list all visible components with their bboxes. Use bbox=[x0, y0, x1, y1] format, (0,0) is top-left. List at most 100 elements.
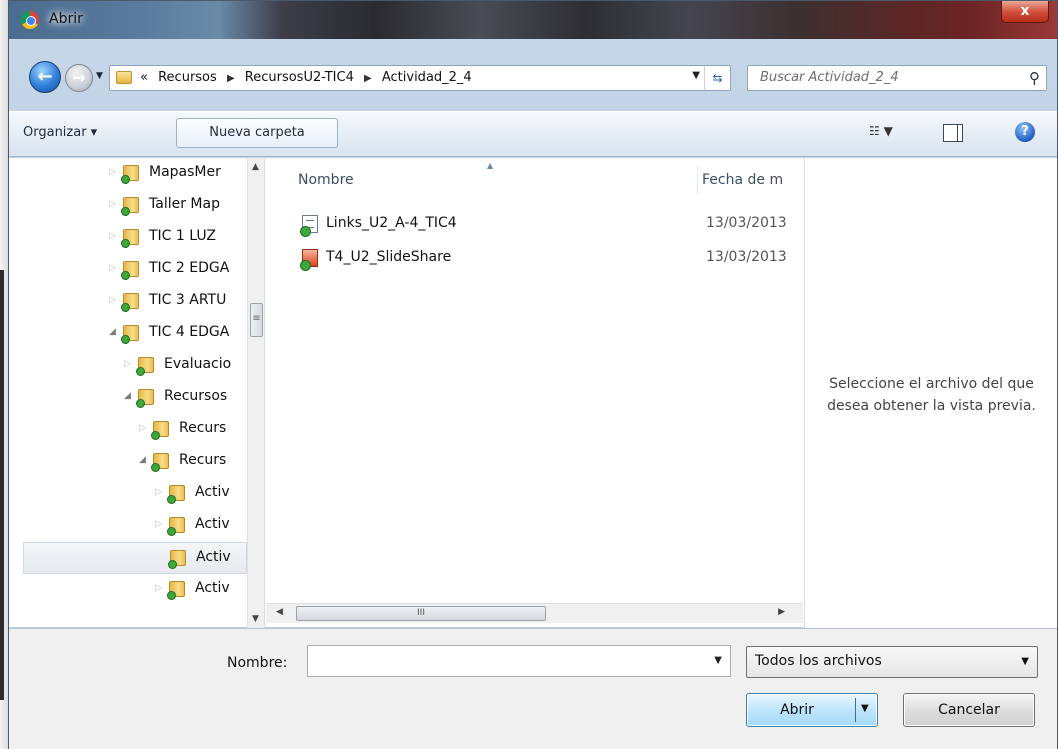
tree-item[interactable]: ▷ TIC 1 LUZ bbox=[9, 222, 247, 254]
expand-arrow-icon[interactable]: ▷ bbox=[155, 487, 162, 497]
tree-item[interactable]: ▷ MapasMer bbox=[9, 158, 247, 190]
recent-pages-button[interactable]: ▼ bbox=[96, 71, 106, 85]
address-dropdown-button[interactable]: ▼ bbox=[692, 70, 700, 81]
tree-item-label: Taller Map bbox=[149, 196, 220, 212]
tree-item-label: Recurs bbox=[179, 452, 227, 468]
tree-item[interactable]: ▷ TIC 3 ARTU bbox=[9, 286, 247, 318]
expand-arrow-icon[interactable]: ▷ bbox=[124, 359, 131, 369]
change-view-button[interactable]: ☷ ▼ bbox=[869, 124, 893, 138]
navigation-scrollbar[interactable]: ▲ ≡ ▼ bbox=[247, 158, 264, 628]
powerpoint-file-icon bbox=[300, 249, 318, 271]
navigation-pane: ▷ MapasMer ▷ Taller Map ▷ TIC 1 LUZ ▷ TI… bbox=[9, 158, 265, 628]
file-date: 13/03/2013 bbox=[706, 215, 787, 231]
collapse-arrow-icon[interactable]: ◢ bbox=[139, 455, 146, 465]
file-name-input[interactable]: ▼ bbox=[307, 645, 731, 677]
open-file-dialog: Abrir x ← → ▼ « Recursos ▶ RecursosU2-TI… bbox=[8, 0, 1058, 749]
forward-button[interactable]: → bbox=[65, 64, 93, 92]
scroll-left-arrow-icon[interactable]: ◀ bbox=[276, 607, 283, 617]
chevron-down-icon[interactable]: ▼ bbox=[714, 655, 722, 666]
organize-menu-button[interactable]: Organizar ▾ bbox=[23, 125, 97, 140]
breadcrumb: « Recursos ▶ RecursosU2-TIC4 ▶ Actividad… bbox=[140, 70, 478, 85]
folder-icon bbox=[136, 388, 156, 408]
chevron-right-icon[interactable]: ▶ bbox=[227, 73, 235, 84]
file-row[interactable]: T4_U2_SlideShare 13/03/2013 bbox=[266, 247, 803, 271]
tree-item[interactable]: ◢ TIC 4 EDGA bbox=[9, 318, 247, 350]
search-box[interactable]: Buscar Actividad_2_4 ⚲ bbox=[747, 65, 1047, 91]
folder-icon bbox=[168, 549, 188, 569]
open-options-dropdown-icon[interactable]: ▼ bbox=[861, 703, 869, 714]
scrollbar-thumb[interactable]: ≡ bbox=[250, 303, 263, 337]
folder-icon bbox=[121, 228, 141, 248]
folder-icon bbox=[121, 164, 141, 184]
folder-icon bbox=[136, 356, 156, 376]
tree-item[interactable]: ▷ Evaluacio bbox=[9, 350, 247, 382]
folder-icon bbox=[167, 580, 187, 600]
file-row[interactable]: Links_U2_A-4_TIC4 13/03/2013 bbox=[266, 213, 803, 237]
tree-item[interactable]: ▷ Taller Map bbox=[9, 190, 247, 222]
folder-icon bbox=[116, 71, 132, 84]
breadcrumb-recursosu2-tic4[interactable]: RecursosU2-TIC4 bbox=[245, 70, 354, 85]
expand-arrow-icon[interactable]: ▷ bbox=[109, 167, 116, 177]
back-button[interactable]: ← bbox=[29, 61, 61, 93]
file-type-select[interactable]: Todos los archivos ▼ bbox=[746, 646, 1038, 678]
main-content: ▷ MapasMer ▷ Taller Map ▷ TIC 1 LUZ ▷ TI… bbox=[9, 158, 1057, 628]
title-bar[interactable]: Abrir x bbox=[9, 1, 1057, 39]
file-list-scrollbar[interactable]: ◀ III ▶ bbox=[266, 603, 803, 623]
file-name: T4_U2_SlideShare bbox=[326, 249, 452, 265]
tree-item[interactable]: ▷ TIC 2 EDGA bbox=[9, 254, 247, 286]
tree-item[interactable]: ◢ Recursos bbox=[9, 382, 247, 414]
tree-item-selected[interactable]: Activ bbox=[23, 542, 247, 574]
search-input[interactable]: Buscar Actividad_2_4 bbox=[760, 70, 899, 85]
scroll-up-arrow-icon[interactable]: ▲ bbox=[252, 162, 259, 172]
breadcrumb-actividad-2-4[interactable]: Actividad_2_4 bbox=[382, 70, 472, 85]
expand-arrow-icon[interactable]: ▷ bbox=[109, 199, 116, 209]
collapse-arrow-icon[interactable]: ◢ bbox=[124, 391, 131, 401]
tree-item-label: Activ bbox=[195, 484, 230, 500]
preview-pane-button[interactable] bbox=[943, 124, 963, 142]
tree-item-label: Activ bbox=[196, 549, 231, 565]
folder-icon bbox=[121, 324, 141, 344]
help-button[interactable]: ? bbox=[1015, 122, 1035, 142]
tree-item[interactable]: ▷ Activ bbox=[9, 478, 247, 510]
column-header-name[interactable]: Nombre bbox=[298, 172, 354, 188]
expand-arrow-icon[interactable]: ▷ bbox=[155, 519, 162, 529]
tree-item-label: TIC 4 EDGA bbox=[149, 324, 230, 340]
preview-message-line: Seleccione el archivo del que bbox=[829, 376, 1034, 392]
expand-arrow-icon[interactable]: ▷ bbox=[139, 423, 146, 433]
scroll-right-arrow-icon[interactable]: ▶ bbox=[778, 607, 785, 617]
tree-item[interactable]: ▷ Recurs bbox=[9, 414, 247, 446]
new-folder-button[interactable]: Nueva carpeta bbox=[176, 118, 338, 148]
collapse-arrow-icon[interactable]: ◢ bbox=[109, 327, 116, 337]
breadcrumb-recursos[interactable]: Recursos bbox=[158, 70, 217, 85]
scroll-down-arrow-icon[interactable]: ▼ bbox=[252, 614, 259, 624]
dialog-footer: Nombre: ▼ Todos los archivos ▼ Abrir ▼ C… bbox=[9, 629, 1057, 749]
expand-arrow-icon[interactable]: ▷ bbox=[155, 583, 162, 593]
expand-arrow-icon[interactable]: ▷ bbox=[109, 231, 116, 241]
expand-arrow-icon[interactable]: ▷ bbox=[109, 263, 116, 273]
chevron-right-icon[interactable]: ▶ bbox=[364, 73, 372, 84]
open-button[interactable]: Abrir ▼ bbox=[746, 693, 878, 727]
tree-item[interactable]: ◢ Recurs bbox=[9, 446, 247, 478]
tree-item[interactable]: ▷ Activ bbox=[9, 574, 247, 606]
search-icon[interactable]: ⚲ bbox=[1029, 69, 1040, 87]
refresh-button[interactable]: ⇆ bbox=[704, 66, 730, 90]
split-divider bbox=[855, 698, 856, 722]
tree-item-label: Activ bbox=[195, 580, 230, 596]
folder-icon bbox=[121, 292, 141, 312]
scrollbar-thumb[interactable]: III bbox=[296, 606, 546, 621]
view-list-icon: ☷ bbox=[869, 124, 880, 138]
dialog-title: Abrir bbox=[49, 11, 83, 27]
cancel-button[interactable]: Cancelar bbox=[903, 693, 1035, 727]
open-button-label: Abrir bbox=[780, 702, 814, 718]
column-header-date[interactable]: Fecha de m bbox=[702, 172, 783, 188]
expand-arrow-icon[interactable]: ▷ bbox=[109, 295, 116, 305]
refresh-icon: ⇆ bbox=[712, 71, 723, 85]
tree-item-label: TIC 3 ARTU bbox=[149, 292, 227, 308]
breadcrumb-overflow[interactable]: « bbox=[140, 70, 148, 85]
close-button[interactable]: x bbox=[1001, 1, 1049, 23]
file-name-label: Nombre: bbox=[227, 655, 288, 671]
column-divider[interactable] bbox=[697, 166, 698, 194]
address-bar[interactable]: « Recursos ▶ RecursosU2-TIC4 ▶ Actividad… bbox=[109, 65, 731, 91]
tree-item[interactable]: ▷ Activ bbox=[9, 510, 247, 542]
folder-icon bbox=[121, 260, 141, 280]
